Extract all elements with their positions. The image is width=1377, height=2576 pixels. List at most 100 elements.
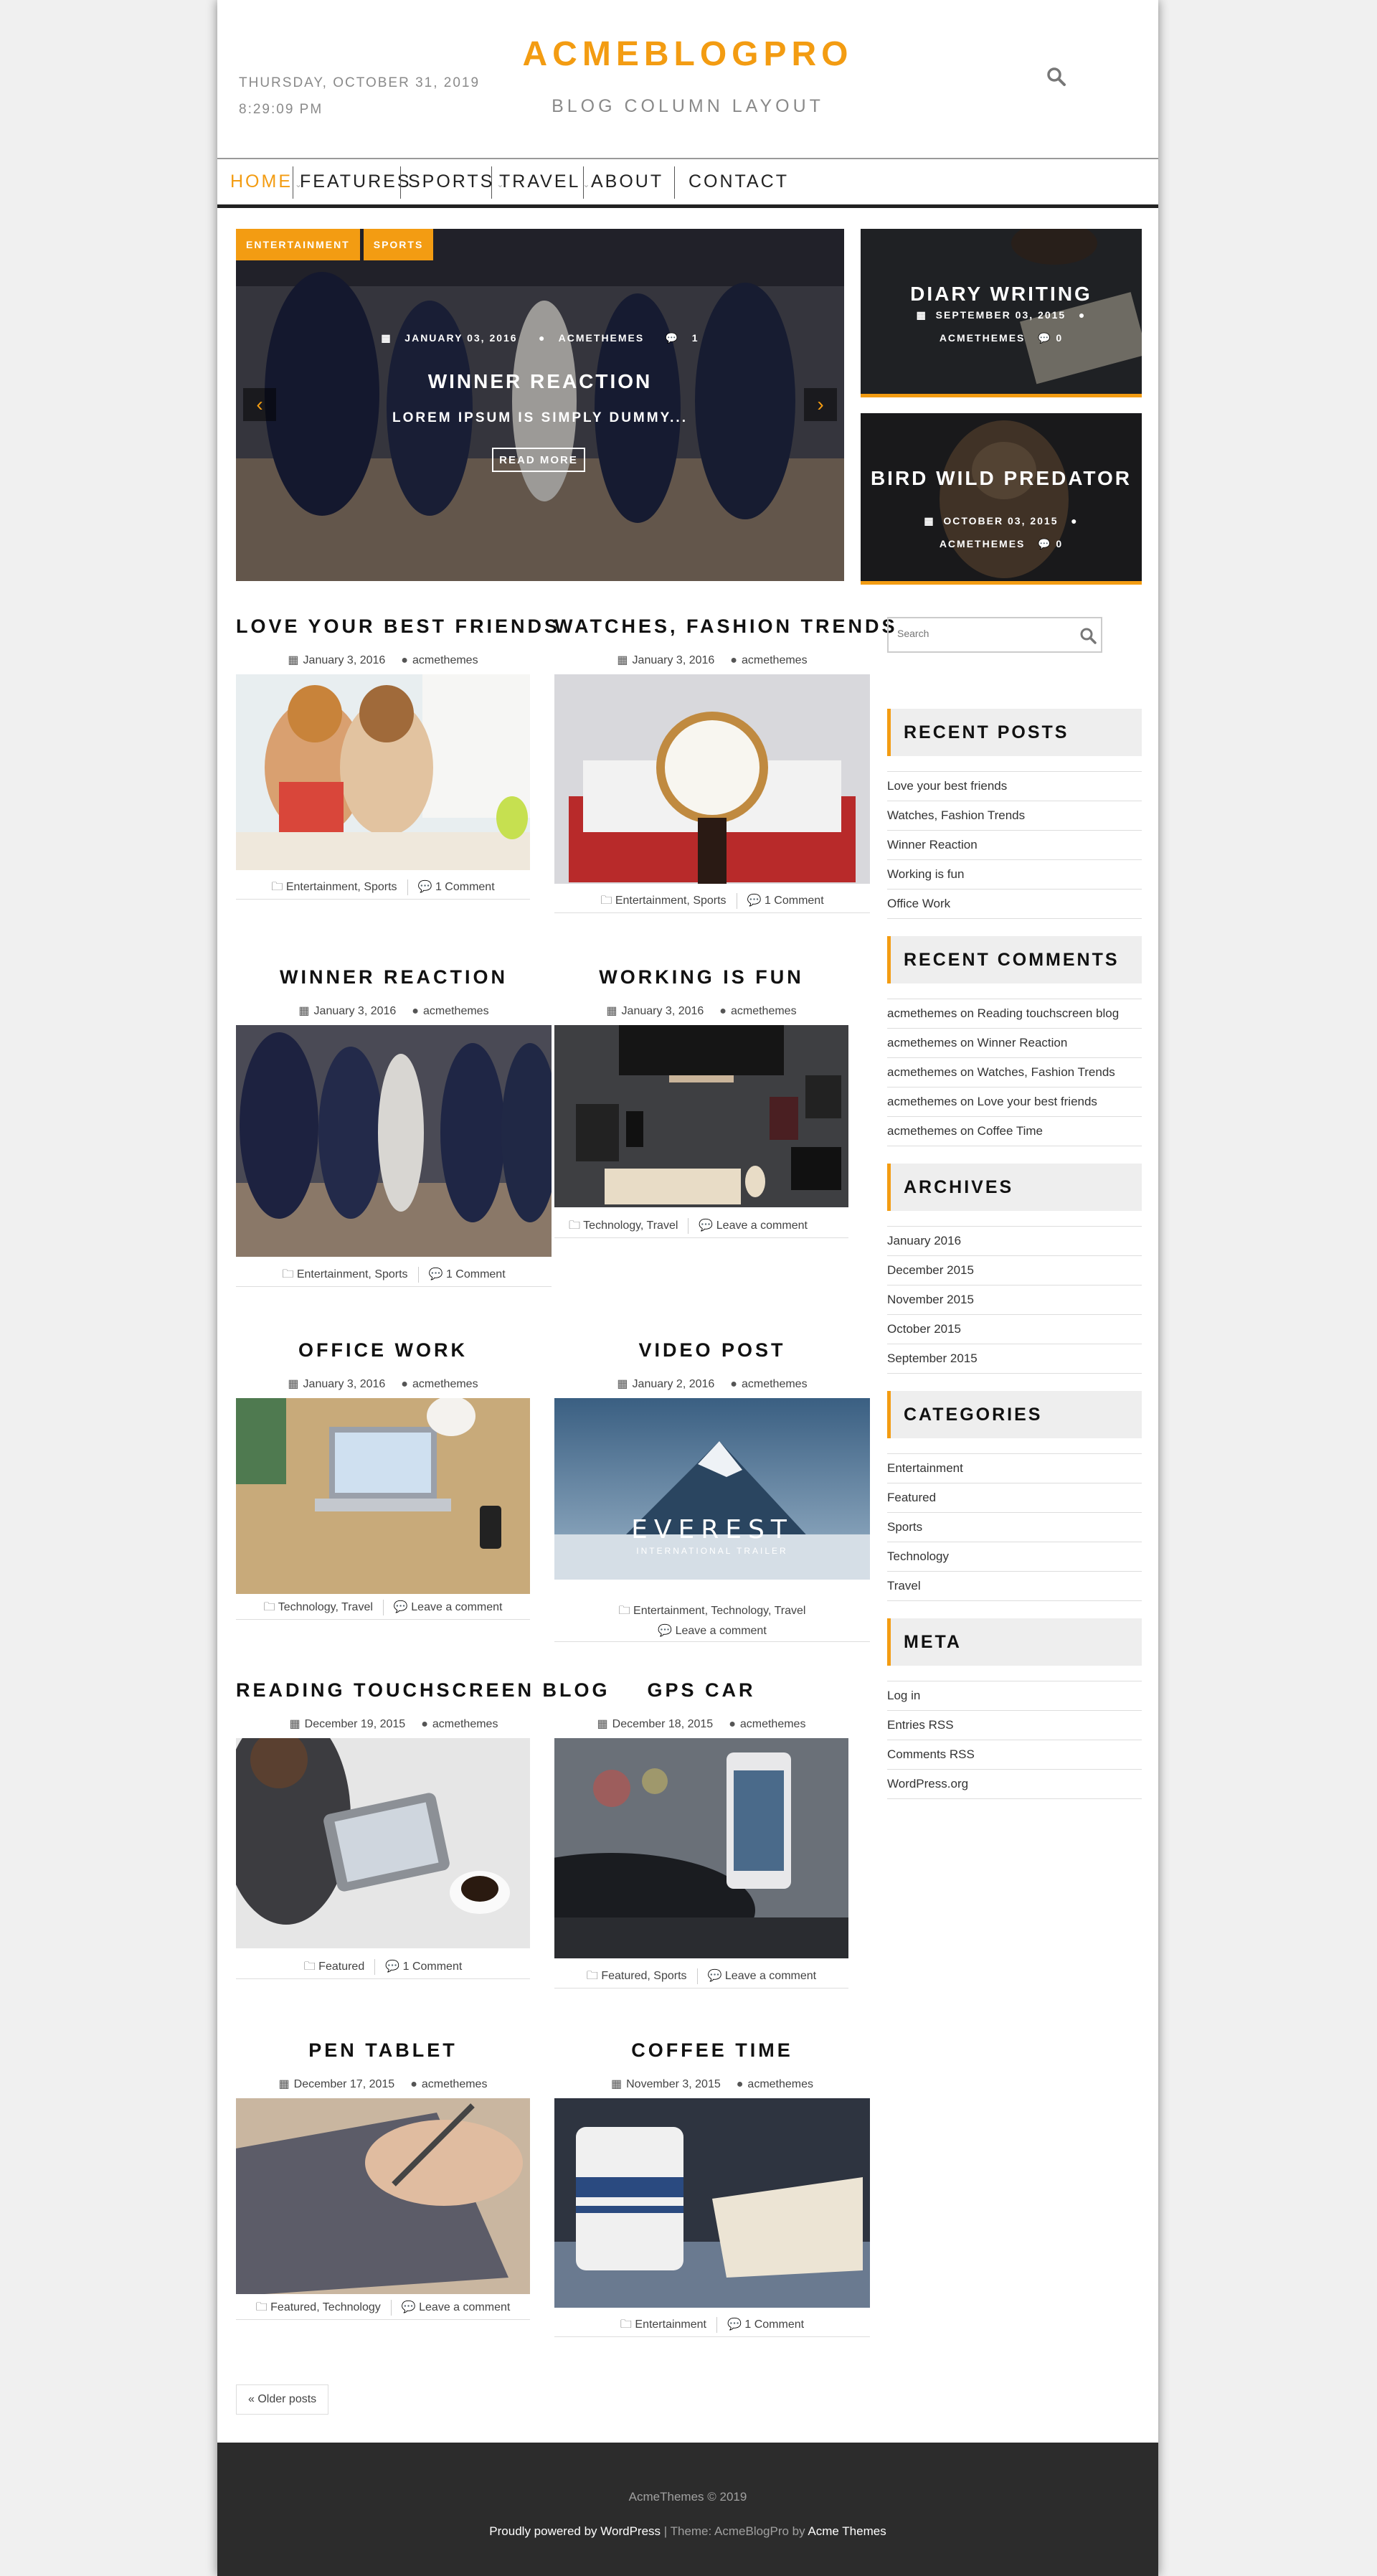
nav-item-features[interactable]: FEATURES ⌄	[300, 159, 423, 204]
recent-comment-link[interactable]: acmethemes on Winner Reaction	[887, 1029, 1142, 1058]
post-image[interactable]	[554, 1738, 848, 1958]
post-date[interactable]: November 3, 2015	[626, 2078, 721, 2090]
post-date[interactable]: January 3, 2016	[314, 1005, 397, 1017]
post-image[interactable]	[554, 2098, 870, 2308]
recent-comment-link[interactable]: acmethemes on Love your best friends	[887, 1088, 1142, 1117]
chevron-right-icon[interactable]: ›	[804, 388, 837, 421]
post-categories[interactable]: Entertainment, Sports	[297, 1268, 408, 1280]
post-title[interactable]: GPS CAR	[554, 1679, 848, 1702]
meta-link[interactable]: WordPress.org	[887, 1770, 1142, 1799]
search-icon[interactable]	[1046, 66, 1067, 88]
category-link[interactable]: Travel	[887, 1572, 1142, 1601]
meta-link[interactable]: Log in	[887, 1681, 1142, 1711]
nav-item-about[interactable]: ABOUT	[591, 159, 663, 204]
post-author[interactable]: acmethemes	[731, 1005, 797, 1017]
post-title[interactable]: WATCHES, FASHION TRENDS	[554, 615, 895, 638]
category-link[interactable]: Technology	[887, 1542, 1142, 1572]
post-categories[interactable]: Entertainment	[635, 2318, 706, 2331]
post-comments[interactable]: 1 Comment	[446, 1268, 506, 1280]
post-comments[interactable]: 1 Comment	[435, 881, 495, 893]
post-comments[interactable]: 1 Comment	[765, 895, 824, 907]
post-title[interactable]: VIDEO POST	[554, 1339, 870, 1362]
promo-diary-writing[interactable]: DIARY WRITING ▦ SEPTEMBER 03, 2015 ● ACM…	[861, 229, 1142, 397]
promo-comments[interactable]: 0	[1056, 332, 1063, 344]
post-comments[interactable]: Leave a comment	[725, 1970, 816, 1982]
promo-author[interactable]: ACMETHEMES	[940, 332, 1026, 344]
post-date[interactable]: January 3, 2016	[622, 1005, 704, 1017]
post-author[interactable]: acmethemes	[742, 1378, 808, 1390]
tag-entertainment[interactable]: ENTERTAINMENT	[236, 229, 360, 260]
post-comments[interactable]: Leave a comment	[419, 2301, 510, 2313]
post-categories[interactable]: Featured	[318, 1961, 364, 1973]
archive-link[interactable]: September 2015	[887, 1344, 1142, 1374]
post-image[interactable]	[236, 2098, 530, 2294]
promo-comments[interactable]: 0	[1056, 538, 1063, 549]
post-image[interactable]	[236, 1025, 552, 1257]
recent-post-link[interactable]: Working is fun	[887, 860, 1142, 890]
nav-item-travel[interactable]: TRAVEL ⌄	[499, 159, 592, 204]
post-title[interactable]: PEN TABLET	[236, 2039, 530, 2062]
archive-link[interactable]: October 2015	[887, 1315, 1142, 1344]
recent-post-link[interactable]: Office Work	[887, 890, 1142, 919]
post-author[interactable]: acmethemes	[747, 2078, 813, 2090]
post-categories[interactable]: Entertainment, Sports	[615, 895, 727, 907]
search-icon[interactable]	[1079, 627, 1097, 644]
post-date[interactable]: December 18, 2015	[612, 1718, 714, 1730]
post-categories[interactable]: Technology, Travel	[583, 1219, 678, 1232]
post-author[interactable]: acmethemes	[423, 1005, 489, 1017]
slider-date[interactable]: JANUARY 03, 2016	[404, 332, 517, 344]
nav-item-contact[interactable]: CONTACT	[688, 159, 789, 204]
post-comments[interactable]: Leave a comment	[676, 1625, 767, 1637]
post-comments[interactable]: Leave a comment	[411, 1601, 502, 1613]
recent-comment-link[interactable]: acmethemes on Reading touchscreen blog	[887, 999, 1142, 1029]
post-date[interactable]: January 2, 2016	[633, 1378, 715, 1390]
featured-slider[interactable]: ENTERTAINMENT SPORTS ▦ JANUARY 03, 2016 …	[236, 229, 844, 581]
chevron-left-icon[interactable]: ‹	[243, 388, 276, 421]
post-categories[interactable]: Entertainment, Technology, Travel	[633, 1605, 805, 1617]
category-link[interactable]: Featured	[887, 1483, 1142, 1513]
promo-title[interactable]: DIARY WRITING	[861, 283, 1142, 305]
post-author[interactable]: acmethemes	[432, 1718, 498, 1730]
post-title[interactable]: COFFEE TIME	[554, 2039, 870, 2062]
site-title[interactable]: ACMEBLOGPRO	[217, 34, 1158, 74]
post-title[interactable]: WINNER REACTION	[236, 966, 552, 989]
recent-comment-link[interactable]: acmethemes on Coffee Time	[887, 1117, 1142, 1146]
post-image[interactable]	[236, 1398, 530, 1594]
video-thumbnail[interactable]: EVEREST INTERNATIONAL TRAILER	[554, 1398, 870, 1580]
post-categories[interactable]: Technology, Travel	[278, 1601, 373, 1613]
post-image[interactable]	[554, 674, 870, 884]
recent-post-link[interactable]: Winner Reaction	[887, 831, 1142, 860]
powered-by-link[interactable]: Proudly powered by WordPress	[489, 2524, 661, 2538]
read-more-button[interactable]: READ MORE	[492, 448, 585, 472]
post-image[interactable]	[236, 1738, 530, 1948]
recent-comment-link[interactable]: acmethemes on Watches, Fashion Trends	[887, 1058, 1142, 1088]
promo-date[interactable]: OCTOBER 03, 2015	[943, 515, 1058, 527]
tag-sports[interactable]: SPORTS	[363, 229, 434, 260]
post-image[interactable]	[236, 674, 530, 870]
theme-author-link[interactable]: Acme Themes	[808, 2524, 886, 2538]
post-author[interactable]: acmethemes	[422, 2078, 488, 2090]
recent-post-link[interactable]: Love your best friends	[887, 772, 1142, 801]
post-title[interactable]: OFFICE WORK	[236, 1339, 530, 1362]
post-date[interactable]: January 3, 2016	[303, 654, 386, 666]
slider-title[interactable]: WINNER REACTION	[236, 370, 844, 393]
category-link[interactable]: Sports	[887, 1513, 1142, 1542]
post-title[interactable]: READING TOUCHSCREEN BLOG	[236, 1679, 607, 1702]
slider-author[interactable]: ACMETHEMES	[559, 332, 645, 344]
post-title[interactable]: LOVE YOUR BEST FRIENDS	[236, 615, 557, 638]
meta-link[interactable]: Entries RSS	[887, 1711, 1142, 1740]
post-categories[interactable]: Featured, Sports	[601, 1970, 686, 1982]
archive-link[interactable]: December 2015	[887, 1256, 1142, 1285]
post-categories[interactable]: Entertainment, Sports	[286, 881, 397, 893]
post-author[interactable]: acmethemes	[412, 1378, 478, 1390]
post-date[interactable]: December 17, 2015	[294, 2078, 395, 2090]
older-posts-link[interactable]: « Older posts	[236, 2384, 329, 2415]
post-author[interactable]: acmethemes	[412, 654, 478, 666]
promo-title[interactable]: BIRD WILD PREDATOR	[861, 468, 1142, 489]
post-comments[interactable]: Leave a comment	[716, 1219, 808, 1232]
post-comments[interactable]: 1 Comment	[744, 2318, 804, 2331]
archive-link[interactable]: November 2015	[887, 1285, 1142, 1315]
post-comments[interactable]: 1 Comment	[403, 1961, 463, 1973]
post-title[interactable]: WORKING IS FUN	[554, 966, 848, 989]
promo-bird-wild-predator[interactable]: BIRD WILD PREDATOR ▦ OCTOBER 03, 2015 ● …	[861, 413, 1142, 585]
